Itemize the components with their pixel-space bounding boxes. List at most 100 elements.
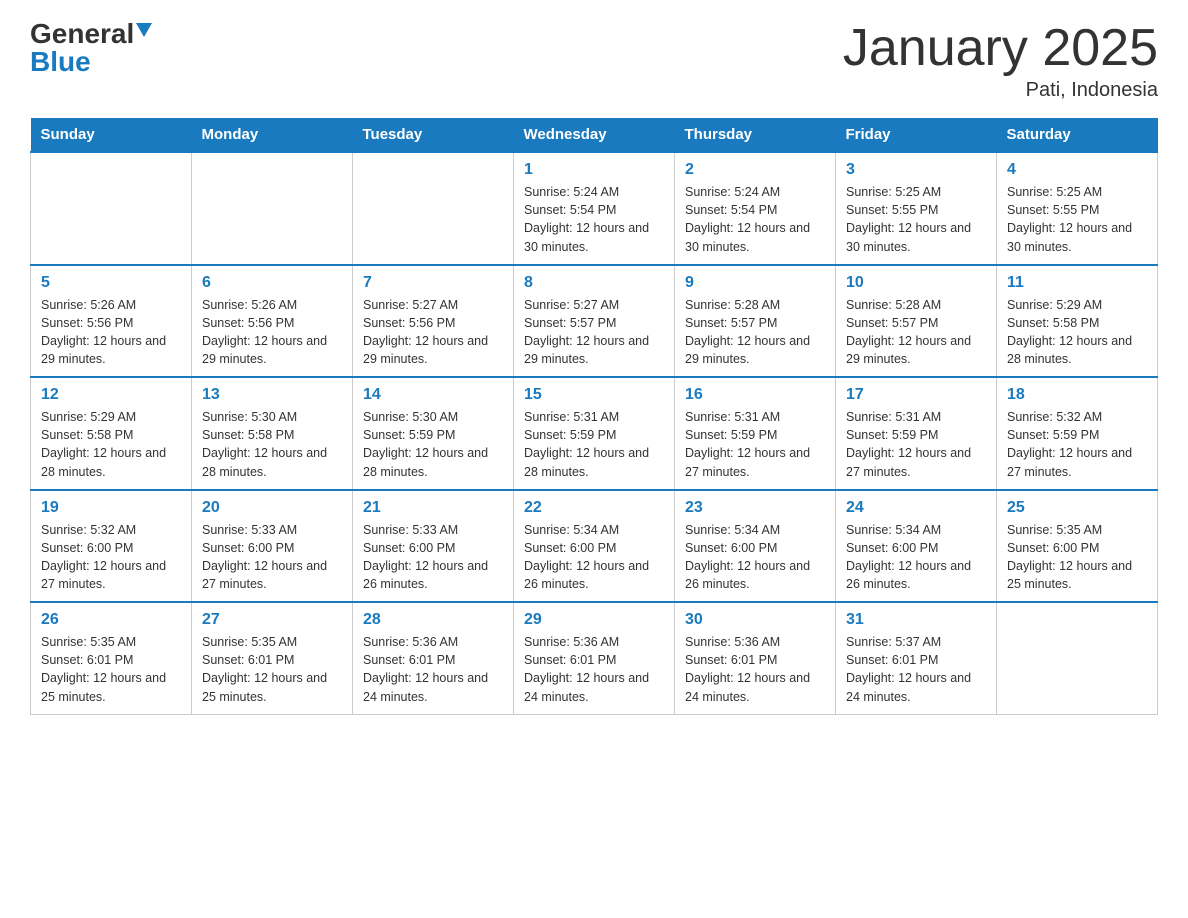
calendar-week-row: 26Sunrise: 5:35 AM Sunset: 6:01 PM Dayli…	[31, 602, 1158, 714]
calendar-cell: 23 Sunrise: 5:34 AM Sunset: 6:00 PM Dayli…	[675, 490, 836, 603]
day-info: Sunrise: 5:25 AM Sunset: 5:55 PM Dayligh…	[846, 183, 986, 256]
calendar-cell: 14 Sunrise: 5:30 AM Sunset: 5:59 PM Dayli…	[353, 377, 514, 490]
calendar-cell: 11 Sunrise: 5:29 AM Sunset: 5:58 PM Dayli…	[997, 265, 1158, 378]
calendar-cell: 9Sunrise: 5:28 AM Sunset: 5:57 PM Daylig…	[675, 265, 836, 378]
calendar-day-header: Sunday	[31, 118, 192, 152]
day-number: 27	[202, 611, 342, 629]
day-info: Sunrise: 5:32 AM Sunset: 6:00 PM Dayligh…	[41, 521, 181, 594]
calendar-cell: 13 Sunrise: 5:30 AM Sunset: 5:58 PM Dayli…	[192, 377, 353, 490]
day-info: Sunrise: 5:31 AM Sunset: 5:59 PM Dayligh…	[524, 408, 664, 481]
calendar-day-header: Friday	[836, 118, 997, 152]
day-info: Sunrise: 5:24 AM Sunset: 5:54 PM Dayligh…	[524, 183, 664, 256]
day-info: Sunrise: 5:24 AM Sunset: 5:54 PM Dayligh…	[685, 183, 825, 256]
day-number: 15	[524, 386, 664, 404]
page-header: General Blue January 2025 Pati, Indonesi…	[30, 20, 1158, 102]
day-info: Sunrise: 5:34 AM Sunset: 6:00 PM Dayligh…	[685, 521, 825, 594]
day-number: 18	[1007, 386, 1147, 404]
day-info: Sunrise: 5:30 AM Sunset: 5:59 PM Dayligh…	[363, 408, 503, 481]
day-info: Sunrise: 5:33 AM Sunset: 6:00 PM Dayligh…	[202, 521, 342, 594]
calendar-header-row: SundayMondayTuesdayWednesdayThursdayFrid…	[31, 118, 1158, 152]
day-number: 17	[846, 386, 986, 404]
calendar-cell: 27Sunrise: 5:35 AM Sunset: 6:01 PM Dayli…	[192, 602, 353, 714]
calendar-cell: 24 Sunrise: 5:34 AM Sunset: 6:00 PM Dayli…	[836, 490, 997, 603]
calendar-cell: 19 Sunrise: 5:32 AM Sunset: 6:00 PM Dayli…	[31, 490, 192, 603]
calendar-cell: 18Sunrise: 5:32 AM Sunset: 5:59 PM Dayli…	[997, 377, 1158, 490]
month-title: January 2025	[843, 20, 1158, 77]
logo-triangle-icon	[136, 23, 152, 37]
day-number: 11	[1007, 274, 1147, 292]
calendar-cell: 6 Sunrise: 5:26 AM Sunset: 5:56 PM Daylig…	[192, 265, 353, 378]
calendar-cell: 30Sunrise: 5:36 AM Sunset: 6:01 PM Dayli…	[675, 602, 836, 714]
day-info: Sunrise: 5:28 AM Sunset: 5:57 PM Dayligh…	[846, 296, 986, 369]
calendar-cell: 15 Sunrise: 5:31 AM Sunset: 5:59 PM Dayli…	[514, 377, 675, 490]
day-info: Sunrise: 5:31 AM Sunset: 5:59 PM Dayligh…	[846, 408, 986, 481]
logo-blue-text: Blue	[30, 48, 91, 76]
calendar-table: SundayMondayTuesdayWednesdayThursdayFrid…	[30, 118, 1158, 715]
day-info: Sunrise: 5:26 AM Sunset: 5:56 PM Dayligh…	[41, 296, 181, 369]
calendar-cell: 20Sunrise: 5:33 AM Sunset: 6:00 PM Dayli…	[192, 490, 353, 603]
day-number: 10	[846, 274, 986, 292]
calendar-week-row: 5Sunrise: 5:26 AM Sunset: 5:56 PM Daylig…	[31, 265, 1158, 378]
calendar-cell	[353, 152, 514, 265]
calendar-cell: 31 Sunrise: 5:37 AM Sunset: 6:01 PM Dayli…	[836, 602, 997, 714]
day-number: 7	[363, 274, 503, 292]
day-number: 16	[685, 386, 825, 404]
calendar-cell: 16 Sunrise: 5:31 AM Sunset: 5:59 PM Dayli…	[675, 377, 836, 490]
day-number: 26	[41, 611, 181, 629]
calendar-cell	[31, 152, 192, 265]
calendar-cell	[997, 602, 1158, 714]
day-info: Sunrise: 5:27 AM Sunset: 5:56 PM Dayligh…	[363, 296, 503, 369]
day-number: 29	[524, 611, 664, 629]
calendar-cell: 10 Sunrise: 5:28 AM Sunset: 5:57 PM Dayli…	[836, 265, 997, 378]
day-number: 13	[202, 386, 342, 404]
calendar-cell: 17 Sunrise: 5:31 AM Sunset: 5:59 PM Dayli…	[836, 377, 997, 490]
day-info: Sunrise: 5:36 AM Sunset: 6:01 PM Dayligh…	[685, 633, 825, 706]
day-number: 4	[1007, 161, 1147, 179]
day-info: Sunrise: 5:26 AM Sunset: 5:56 PM Dayligh…	[202, 296, 342, 369]
calendar-cell: 5Sunrise: 5:26 AM Sunset: 5:56 PM Daylig…	[31, 265, 192, 378]
day-number: 24	[846, 499, 986, 517]
day-info: Sunrise: 5:36 AM Sunset: 6:01 PM Dayligh…	[524, 633, 664, 706]
calendar-cell: 2 Sunrise: 5:24 AM Sunset: 5:54 PM Daylig…	[675, 152, 836, 265]
calendar-cell: 12 Sunrise: 5:29 AM Sunset: 5:58 PM Dayli…	[31, 377, 192, 490]
day-number: 22	[524, 499, 664, 517]
day-info: Sunrise: 5:34 AM Sunset: 6:00 PM Dayligh…	[846, 521, 986, 594]
day-info: Sunrise: 5:29 AM Sunset: 5:58 PM Dayligh…	[41, 408, 181, 481]
day-number: 1	[524, 161, 664, 179]
location: Pati, Indonesia	[843, 79, 1158, 102]
calendar-day-header: Wednesday	[514, 118, 675, 152]
calendar-week-row: 12 Sunrise: 5:29 AM Sunset: 5:58 PM Dayli…	[31, 377, 1158, 490]
day-number: 21	[363, 499, 503, 517]
day-number: 6	[202, 274, 342, 292]
day-info: Sunrise: 5:30 AM Sunset: 5:58 PM Dayligh…	[202, 408, 342, 481]
day-number: 14	[363, 386, 503, 404]
calendar-cell: 8Sunrise: 5:27 AM Sunset: 5:57 PM Daylig…	[514, 265, 675, 378]
day-number: 23	[685, 499, 825, 517]
day-info: Sunrise: 5:37 AM Sunset: 6:01 PM Dayligh…	[846, 633, 986, 706]
day-info: Sunrise: 5:34 AM Sunset: 6:00 PM Dayligh…	[524, 521, 664, 594]
day-number: 19	[41, 499, 181, 517]
calendar-cell: 21Sunrise: 5:33 AM Sunset: 6:00 PM Dayli…	[353, 490, 514, 603]
day-info: Sunrise: 5:25 AM Sunset: 5:55 PM Dayligh…	[1007, 183, 1147, 256]
calendar-cell: 25 Sunrise: 5:35 AM Sunset: 6:00 PM Dayli…	[997, 490, 1158, 603]
day-number: 31	[846, 611, 986, 629]
day-number: 2	[685, 161, 825, 179]
day-number: 3	[846, 161, 986, 179]
calendar-cell: 22 Sunrise: 5:34 AM Sunset: 6:00 PM Dayli…	[514, 490, 675, 603]
calendar-cell: 7 Sunrise: 5:27 AM Sunset: 5:56 PM Daylig…	[353, 265, 514, 378]
day-info: Sunrise: 5:31 AM Sunset: 5:59 PM Dayligh…	[685, 408, 825, 481]
calendar-day-header: Thursday	[675, 118, 836, 152]
calendar-day-header: Monday	[192, 118, 353, 152]
calendar-day-header: Tuesday	[353, 118, 514, 152]
day-info: Sunrise: 5:28 AM Sunset: 5:57 PM Dayligh…	[685, 296, 825, 369]
title-area: January 2025 Pati, Indonesia	[843, 20, 1158, 102]
day-info: Sunrise: 5:35 AM Sunset: 6:00 PM Dayligh…	[1007, 521, 1147, 594]
day-number: 12	[41, 386, 181, 404]
calendar-week-row: 19 Sunrise: 5:32 AM Sunset: 6:00 PM Dayli…	[31, 490, 1158, 603]
calendar-cell: 3 Sunrise: 5:25 AM Sunset: 5:55 PM Daylig…	[836, 152, 997, 265]
logo: General Blue	[30, 20, 152, 76]
calendar-day-header: Saturday	[997, 118, 1158, 152]
day-info: Sunrise: 5:29 AM Sunset: 5:58 PM Dayligh…	[1007, 296, 1147, 369]
day-number: 28	[363, 611, 503, 629]
day-number: 25	[1007, 499, 1147, 517]
